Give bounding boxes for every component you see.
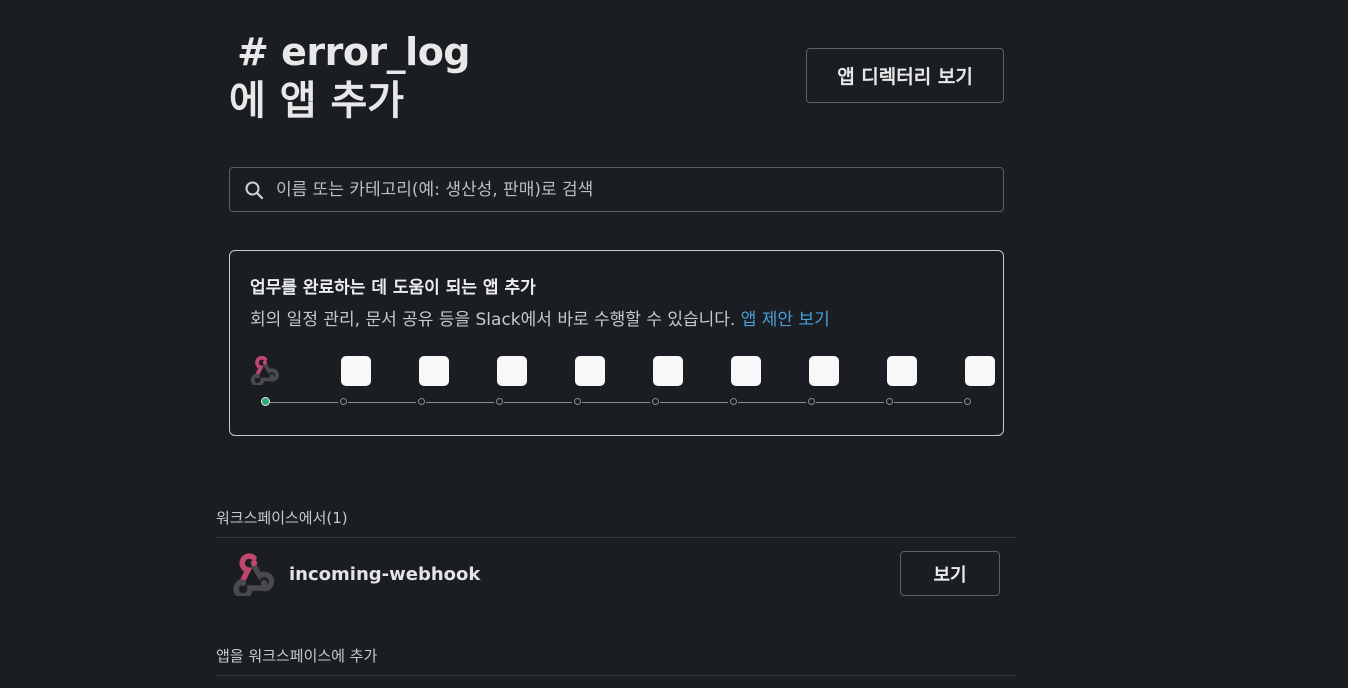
webhook-icon[interactable] (250, 355, 280, 385)
carousel-dot[interactable] (339, 398, 347, 405)
workspace-apps-label: 워크스페이스에서(1) (216, 509, 348, 527)
app-tile[interactable] (731, 356, 761, 386)
channel-name-title: # error_log (237, 30, 471, 74)
app-tile[interactable] (341, 356, 371, 386)
app-tile[interactable] (419, 356, 449, 386)
carousel-dot[interactable] (885, 398, 893, 405)
carousel-dot[interactable] (495, 398, 503, 405)
page-title: # error_log 에 앱 추가 (229, 28, 471, 126)
app-tile[interactable] (575, 356, 605, 386)
carousel-track (582, 402, 650, 403)
carousel-track (348, 402, 416, 403)
suggested-apps-link[interactable]: 앱 제안 보기 (741, 310, 830, 330)
carousel-dot[interactable] (963, 398, 971, 405)
app-tile[interactable] (809, 356, 839, 386)
app-directory-button[interactable]: 앱 디렉터리 보기 (806, 48, 1004, 103)
carousel-dot[interactable] (729, 398, 737, 405)
carousel-track (660, 402, 728, 403)
app-carousel (230, 355, 1003, 415)
carousel-track (426, 402, 494, 403)
search-icon (245, 181, 264, 199)
search-input[interactable] (276, 168, 1003, 211)
carousel-dot[interactable] (417, 398, 425, 405)
divider (216, 675, 1016, 676)
incoming-webhook-icon (233, 553, 275, 596)
add-app-title: 에 앱 추가 (229, 78, 405, 124)
carousel-dot[interactable] (807, 398, 815, 405)
app-name[interactable]: incoming-webhook (289, 564, 480, 585)
add-apps-label: 앱을 워크스페이스에 추가 (216, 647, 378, 665)
carousel-dot[interactable] (651, 398, 659, 405)
promo-title: 업무를 완료하는 데 도움이 되는 앱 추가 (250, 278, 536, 298)
promo-description: 회의 일정 관리, 문서 공유 등을 Slack에서 바로 수행할 수 있습니다… (250, 305, 830, 330)
promo-description-text: 회의 일정 관리, 문서 공유 등을 Slack에서 바로 수행할 수 있습니다… (250, 310, 741, 330)
carousel-track (738, 402, 806, 403)
app-tile[interactable] (653, 356, 683, 386)
carousel-dot[interactable] (573, 398, 581, 405)
carousel-dot[interactable] (260, 397, 270, 406)
app-tile[interactable] (497, 356, 527, 386)
list-item[interactable]: incoming-webhook 보기 (216, 538, 1016, 614)
app-tile[interactable] (965, 356, 995, 386)
add-apps-page: # error_log 에 앱 추가 앱 디렉터리 보기 업무를 완료하는 데 … (0, 0, 1348, 688)
app-tile[interactable] (887, 356, 917, 386)
carousel-track (270, 402, 338, 403)
promo-card: 업무를 완료하는 데 도움이 되는 앱 추가 회의 일정 관리, 문서 공유 등… (229, 250, 1004, 436)
carousel-track (894, 402, 962, 403)
carousel-track (816, 402, 884, 403)
search-box[interactable] (229, 167, 1004, 212)
carousel-track (504, 402, 572, 403)
view-app-button[interactable]: 보기 (900, 551, 1000, 596)
